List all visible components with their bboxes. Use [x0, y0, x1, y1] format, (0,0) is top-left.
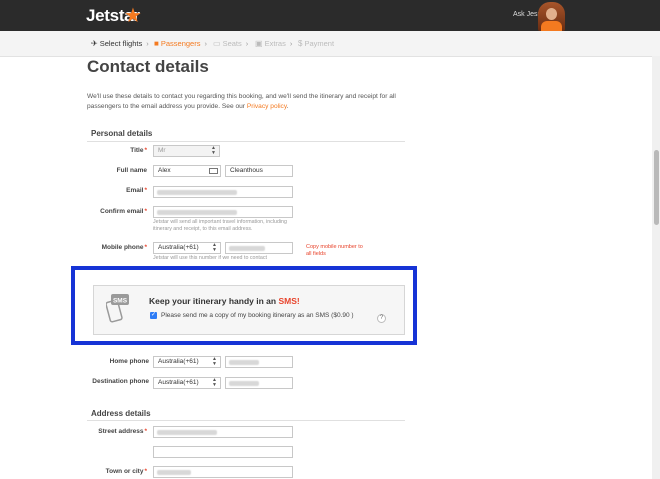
section-divider — [87, 420, 405, 421]
town-city-input[interactable] — [153, 466, 293, 478]
redacted-number — [229, 246, 265, 251]
personal-details-heading: Personal details — [91, 129, 153, 138]
bus-icon: ▣ — [255, 39, 263, 48]
redacted-number — [229, 360, 259, 365]
mobile-phone-label: Mobile phone* — [101, 244, 147, 251]
scrollbar-thumb[interactable] — [654, 150, 659, 225]
title-label: Title* — [130, 147, 147, 154]
confirm-email-label: Confirm email* — [100, 208, 147, 215]
redacted-email — [157, 210, 237, 215]
seat-icon: ▭ — [213, 39, 221, 48]
chevron-right-icon: › — [289, 39, 293, 48]
redacted-email — [157, 190, 237, 195]
full-name-label: Full name — [116, 167, 147, 174]
plane-icon: ✈ — [91, 39, 98, 48]
redacted-address — [157, 430, 217, 435]
chevron-right-icon: › — [245, 39, 249, 48]
destination-country-select[interactable]: Australia(+61) ▲ ▼ — [153, 377, 221, 389]
chevron-right-icon: › — [146, 39, 149, 48]
step-payment: $ Payment — [298, 39, 335, 48]
home-phone-label: Home phone — [109, 358, 149, 365]
destination-phone-label: Destination phone — [92, 378, 149, 385]
step-passengers[interactable]: ■ Passengers › — [154, 39, 207, 48]
mobile-help-text: Jetstar will use this number if we need … — [153, 255, 267, 261]
title-select[interactable]: Mr ▲ ▼ — [153, 145, 220, 157]
home-country-select[interactable]: Australia(+61) ▲ ▼ — [153, 356, 221, 368]
select-arrows-icon: ▲ ▼ — [211, 145, 216, 156]
select-arrows-icon: ▲ ▼ — [212, 356, 217, 367]
sms-promo-title: Keep your itinerary handy in an SMS! — [149, 296, 300, 306]
select-arrows-icon: ▲ ▼ — [212, 377, 217, 388]
street-address-input[interactable] — [153, 426, 293, 438]
street-address-label: Street address* — [98, 428, 147, 435]
redacted-city — [157, 470, 191, 475]
page-scrollbar[interactable] — [652, 56, 660, 479]
page-title: Contact details — [87, 57, 209, 76]
top-bar: Jetstar ★ Ask Jess — [0, 0, 660, 31]
first-name-input[interactable]: Alex — [153, 165, 221, 177]
street-address-line2-input[interactable] — [153, 446, 293, 458]
mobile-country-select[interactable]: Australia(+61) ▲ ▼ — [153, 242, 221, 254]
dollar-icon: $ — [298, 39, 303, 48]
email-input[interactable] — [153, 186, 293, 198]
help-question-icon[interactable]: ? — [377, 314, 386, 323]
address-details-heading: Address details — [91, 409, 151, 418]
home-number-input[interactable] — [225, 356, 293, 368]
destination-number-input[interactable] — [225, 377, 293, 389]
id-card-icon — [209, 168, 218, 174]
town-city-label: Town or city* — [105, 468, 147, 475]
intro-text: We'll use these details to contact you r… — [87, 93, 396, 110]
sms-icon-text: SMS — [113, 298, 128, 305]
email-label: Email* — [126, 187, 147, 194]
sms-itinerary-checkbox[interactable]: ✓ — [150, 312, 157, 319]
last-name-input[interactable]: Cleanthous — [225, 165, 293, 177]
booking-steps-breadcrumb: ✈ Select flights › ■ Passengers › ▭ Seats › ▣ E… — [0, 31, 660, 57]
sms-phone-icon: SMS — [106, 294, 129, 323]
mobile-number-input[interactable] — [225, 242, 293, 254]
step-extras: ▣ Extras › — [255, 39, 293, 48]
step-seats: ▭ Seats › — [213, 39, 249, 48]
privacy-policy-link[interactable]: Privacy policy — [247, 103, 287, 110]
email-help-text: Jetstar will send all important travel i… — [153, 219, 287, 232]
chevron-right-icon: › — [204, 39, 207, 48]
ask-jess-label[interactable]: Ask Jess — [513, 11, 541, 18]
star-logo-icon: ★ — [124, 5, 142, 27]
jess-avatar[interactable] — [538, 2, 565, 31]
step-select-flights[interactable]: ✈ Select flights › — [91, 39, 149, 48]
confirm-email-input[interactable] — [153, 206, 293, 218]
select-arrows-icon: ▲ ▼ — [212, 242, 217, 253]
section-divider — [87, 141, 405, 142]
redacted-number — [229, 381, 259, 386]
sms-checkbox-label[interactable]: Please send me a copy of my booking itin… — [161, 312, 354, 319]
copy-mobile-link[interactable]: Copy mobile number to all fields — [306, 244, 366, 258]
person-icon: ■ — [154, 39, 159, 48]
